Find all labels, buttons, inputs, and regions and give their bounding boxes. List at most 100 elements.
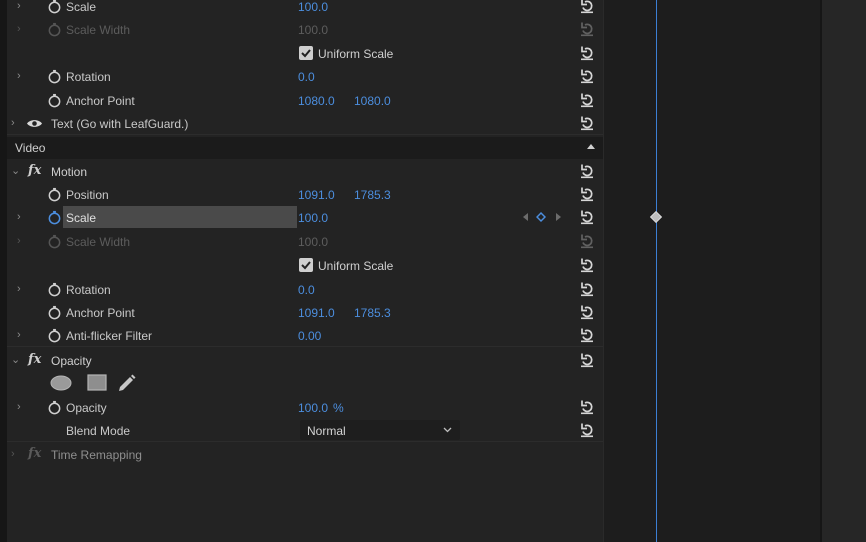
uniform-scale-checkbox[interactable] bbox=[299, 46, 313, 60]
upper-anchor-y-value[interactable]: 1080.0 bbox=[354, 94, 391, 108]
opacity-unit: % bbox=[333, 401, 344, 415]
upper-uniform-scale-row[interactable]: Uniform Scale bbox=[7, 42, 603, 65]
chevron-right-icon[interactable]: › bbox=[17, 401, 27, 413]
upper-anchor-x-value[interactable]: 1080.0 bbox=[298, 94, 335, 108]
pen-mask-icon[interactable] bbox=[117, 373, 137, 393]
video-section-header[interactable]: Video bbox=[7, 137, 603, 159]
reset-icon[interactable] bbox=[579, 68, 595, 84]
stopwatch-icon[interactable] bbox=[47, 282, 62, 297]
upper-rotation-value[interactable]: 0.0 bbox=[298, 70, 315, 84]
reset-icon[interactable] bbox=[579, 45, 595, 61]
stopwatch-icon[interactable] bbox=[47, 0, 62, 14]
motion-anchor-point-label: Anchor Point bbox=[66, 306, 135, 320]
reset-icon[interactable] bbox=[579, 257, 595, 273]
reset-icon[interactable] bbox=[579, 399, 595, 415]
upper-scale-width-label: Scale Width bbox=[66, 23, 131, 37]
stopwatch-icon bbox=[47, 234, 62, 249]
opacity-value-row[interactable]: › Opacity 100.0 % bbox=[7, 396, 603, 419]
reset-icon[interactable] bbox=[579, 115, 595, 131]
timeline-area[interactable] bbox=[603, 0, 820, 542]
keyframe-diamond-icon[interactable] bbox=[650, 211, 662, 223]
playhead-line[interactable] bbox=[656, 0, 657, 542]
opacity-value[interactable]: 100.0 bbox=[298, 401, 328, 415]
chevron-down-icon[interactable]: ⌄ bbox=[11, 354, 21, 366]
motion-anchor-point-row[interactable]: Anchor Point 1091.0 1785.3 bbox=[7, 301, 603, 324]
motion-scale-row[interactable]: › Scale 100.0 bbox=[7, 206, 603, 229]
upper-scale-row[interactable]: › Scale 100.0 bbox=[7, 0, 603, 18]
uniform-scale-label: Uniform Scale bbox=[318, 47, 394, 61]
text-layer-row[interactable]: › Text (Go with LeafGuard.) bbox=[7, 112, 603, 135]
upper-scale-value[interactable]: 100.0 bbox=[298, 0, 328, 14]
anti-flicker-value[interactable]: 0.00 bbox=[298, 329, 321, 343]
chevron-right-icon[interactable]: › bbox=[11, 448, 21, 460]
time-remapping-row[interactable]: › fx Time Remapping bbox=[7, 443, 603, 466]
position-row[interactable]: Position 1091.0 1785.3 bbox=[7, 183, 603, 206]
reset-icon[interactable] bbox=[579, 186, 595, 202]
prev-keyframe-icon[interactable] bbox=[520, 211, 530, 223]
reset-icon bbox=[579, 21, 595, 37]
stopwatch-icon bbox=[47, 22, 62, 37]
reset-icon[interactable] bbox=[579, 163, 595, 179]
reset-icon[interactable] bbox=[579, 0, 595, 14]
motion-effect-row[interactable]: ⌄ fx Motion bbox=[7, 160, 603, 183]
stopwatch-icon[interactable] bbox=[47, 93, 62, 108]
reset-icon[interactable] bbox=[579, 352, 595, 368]
motion-rotation-value[interactable]: 0.0 bbox=[298, 283, 315, 297]
chevron-right-icon[interactable]: › bbox=[17, 211, 27, 223]
uniform-scale-checkbox[interactable] bbox=[299, 258, 313, 272]
anti-flicker-row[interactable]: › Anti-flicker Filter 0.00 bbox=[7, 324, 603, 347]
stopwatch-icon[interactable] bbox=[47, 328, 62, 343]
fx-icon[interactable]: fx bbox=[28, 163, 41, 178]
blend-mode-row[interactable]: Blend Mode Normal bbox=[7, 419, 603, 442]
chevron-down-icon bbox=[443, 427, 452, 433]
fx-icon[interactable]: fx bbox=[28, 446, 41, 461]
motion-rotation-label: Rotation bbox=[66, 283, 111, 297]
chevron-right-icon[interactable]: › bbox=[17, 0, 27, 12]
reset-icon[interactable] bbox=[579, 304, 595, 320]
chevron-right-icon[interactable]: › bbox=[11, 117, 21, 129]
selected-highlight bbox=[63, 206, 297, 228]
upper-rotation-row[interactable]: › Rotation 0.0 bbox=[7, 65, 603, 88]
next-keyframe-icon[interactable] bbox=[554, 211, 564, 223]
chevron-down-icon[interactable]: ⌄ bbox=[11, 165, 21, 177]
motion-rotation-row[interactable]: › Rotation 0.0 bbox=[7, 278, 603, 301]
blend-mode-select[interactable]: Normal bbox=[300, 420, 460, 440]
ellipse-mask-icon[interactable] bbox=[50, 374, 72, 392]
reset-icon[interactable] bbox=[579, 92, 595, 108]
motion-anchor-y-value[interactable]: 1785.3 bbox=[354, 306, 391, 320]
chevron-right-icon[interactable]: › bbox=[17, 70, 27, 82]
blend-mode-value: Normal bbox=[307, 424, 346, 438]
upper-scale-width-row: › Scale Width 100.0 bbox=[7, 18, 603, 41]
chevron-right-icon[interactable]: › bbox=[17, 329, 27, 341]
reset-icon[interactable] bbox=[579, 281, 595, 297]
stopwatch-icon[interactable] bbox=[47, 305, 62, 320]
upper-anchor-point-row[interactable]: Anchor Point 1080.0 1080.0 bbox=[7, 89, 603, 112]
reset-icon[interactable] bbox=[579, 209, 595, 225]
motion-uniform-scale-row[interactable]: Uniform Scale bbox=[7, 254, 603, 277]
stopwatch-icon[interactable] bbox=[47, 69, 62, 84]
opacity-label: Opacity bbox=[66, 401, 107, 415]
position-y-value[interactable]: 1785.3 bbox=[354, 188, 391, 202]
position-x-value[interactable]: 1091.0 bbox=[298, 188, 335, 202]
reset-icon[interactable] bbox=[579, 327, 595, 343]
fx-icon[interactable]: fx bbox=[28, 352, 41, 367]
eye-icon[interactable] bbox=[26, 118, 43, 129]
anti-flicker-label: Anti-flicker Filter bbox=[66, 329, 153, 343]
motion-anchor-x-value[interactable]: 1091.0 bbox=[298, 306, 335, 320]
chevron-right-icon[interactable]: › bbox=[17, 283, 27, 295]
motion-scale-width-value: 100.0 bbox=[298, 235, 329, 249]
collapse-up-icon[interactable] bbox=[586, 141, 596, 151]
reset-icon[interactable] bbox=[579, 422, 595, 438]
video-section-title: Video bbox=[15, 141, 46, 155]
add-keyframe-icon[interactable] bbox=[536, 211, 546, 223]
rectangle-mask-icon[interactable] bbox=[87, 374, 107, 392]
stopwatch-icon[interactable] bbox=[47, 187, 62, 202]
stopwatch-icon[interactable] bbox=[47, 400, 62, 415]
text-layer-label: Text (Go with LeafGuard.) bbox=[51, 117, 189, 131]
blend-mode-label: Blend Mode bbox=[66, 424, 131, 438]
upper-anchor-point-label: Anchor Point bbox=[66, 94, 135, 108]
chevron-right-icon: › bbox=[17, 23, 21, 35]
stopwatch-active-icon[interactable] bbox=[47, 210, 62, 225]
opacity-effect-row[interactable]: ⌄ fx Opacity bbox=[7, 349, 603, 372]
motion-scale-value[interactable]: 100.0 bbox=[298, 211, 328, 225]
